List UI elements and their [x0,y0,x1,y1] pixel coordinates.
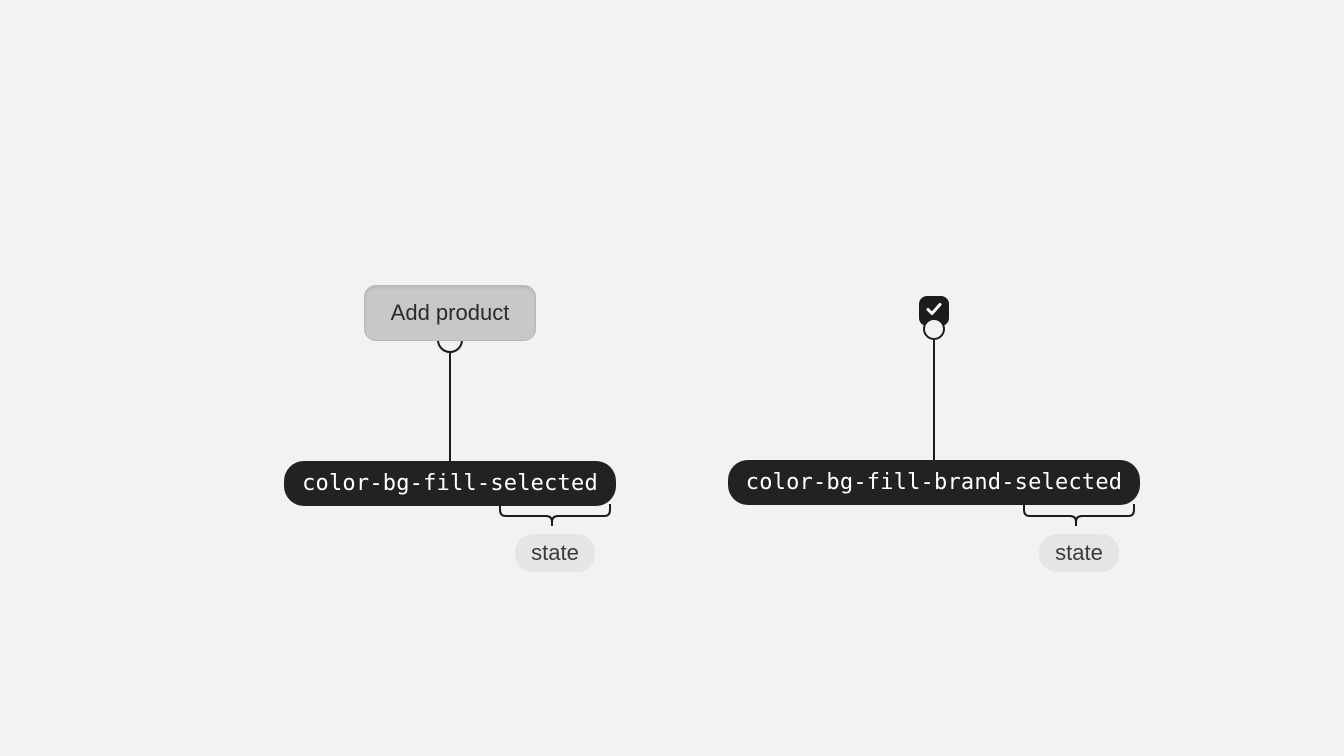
add-product-button-label: Add product [391,300,510,325]
state-pill-left: state [515,534,595,572]
token-pill-left: color-bg-fill-selected [284,461,616,506]
add-product-button[interactable]: Add product [364,285,537,341]
token-text-right: color-bg-fill-brand-selected [746,470,1122,495]
state-label-right: state [1055,540,1103,565]
curly-bracket-left [498,504,612,524]
connector-line [933,340,935,460]
token-example-right: color-bg-fill-brand-selected [715,296,1153,505]
bracket-group-right: state [1022,504,1136,572]
token-example-left: Add product color-bg-fill-selected [275,285,625,506]
connector-marker-circle [923,318,945,340]
curly-bracket-right [1022,504,1136,524]
token-pill-right: color-bg-fill-brand-selected [728,460,1140,505]
state-pill-right: state [1039,534,1119,572]
connector-line [449,353,451,461]
token-text-left: color-bg-fill-selected [302,471,598,496]
bracket-group-left: state [498,504,612,572]
state-label-left: state [531,540,579,565]
connector-left [437,327,463,461]
connector-right [923,318,945,460]
